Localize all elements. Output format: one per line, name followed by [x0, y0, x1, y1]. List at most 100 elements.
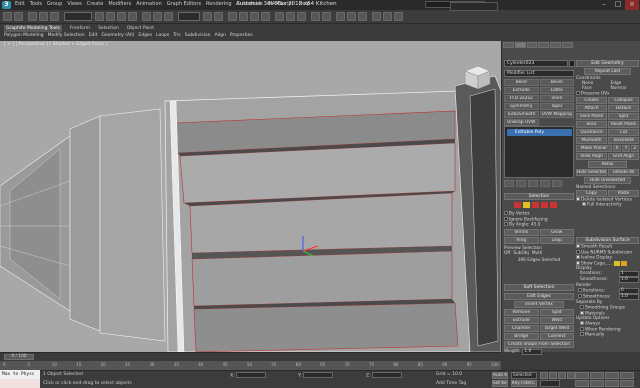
preview-off-radio[interactable]: Off [504, 251, 510, 256]
remove-modifier-icon[interactable] [540, 180, 550, 187]
edit-geometry-title[interactable]: Edit Geometry [576, 60, 639, 67]
utilities-tab-icon[interactable] [562, 42, 573, 48]
x-coordinate-field[interactable] [235, 372, 266, 378]
tab-freeform[interactable]: Freeform [70, 25, 90, 32]
previous-frame-icon[interactable] [549, 372, 557, 379]
panel-edges[interactable]: Edges [138, 32, 152, 40]
zoom-extents-icon[interactable] [605, 372, 619, 379]
modify-tab-icon[interactable] [514, 42, 526, 48]
viewport-label[interactable]: [ + ] [ Perspective ] [ Shaded + Edged F… [4, 42, 108, 47]
planar-y-button[interactable]: Y [622, 144, 630, 152]
reference-coordinate-dropdown[interactable] [178, 12, 200, 21]
uvw-mapping-button[interactable]: UVW Mapping [539, 111, 574, 118]
target-weld-button[interactable]: Target Weld [539, 325, 574, 332]
element-mode-icon[interactable] [550, 202, 557, 208]
pivot-center-icon[interactable] [203, 12, 212, 21]
lathe-button[interactable]: Lathe [539, 87, 574, 94]
update-manually-radio[interactable]: Manually [576, 332, 639, 338]
ring-button[interactable]: Ring [504, 236, 539, 244]
panel-polygon-modeling[interactable]: Polygon Modeling [4, 32, 44, 40]
cage-color-swatch-1[interactable] [614, 260, 621, 266]
y-coordinate-field[interactable] [302, 372, 333, 378]
menu-modifiers[interactable]: Modifiers [107, 1, 132, 9]
menu-group[interactable]: Group [46, 1, 63, 9]
configure-modifier-sets-icon[interactable] [552, 180, 562, 187]
mirror-icon[interactable] [286, 12, 295, 21]
weld-button[interactable]: Weld [539, 317, 574, 324]
ffd-button[interactable]: FFD 2x2x2 [504, 95, 539, 102]
play-icon[interactable] [558, 372, 566, 379]
maxscript-output[interactable] [0, 379, 40, 388]
constraint-normal-radio[interactable]: Normal [611, 86, 640, 91]
percent-snap-icon[interactable] [250, 12, 259, 21]
select-object-icon[interactable] [95, 12, 104, 21]
zoom-extents-all-icon[interactable] [620, 372, 634, 379]
spinner-snap-icon[interactable] [261, 12, 270, 21]
panel-modify-selection[interactable]: Modify Selection [48, 32, 85, 40]
border-mode-icon[interactable] [532, 202, 539, 208]
make-unique-icon[interactable] [528, 180, 538, 187]
perspective-viewport[interactable]: [ + ] [ Perspective ] [ Shaded + Edged F… [0, 41, 501, 352]
make-planar-button[interactable]: Make Planar [576, 144, 612, 152]
tab-selection[interactable]: Selection [98, 25, 119, 32]
minimize-icon[interactable]: – [597, 0, 611, 10]
panel-loops[interactable]: Loops [156, 32, 169, 40]
hide-unselected-button[interactable]: Hide Unselected [584, 176, 631, 184]
by-angle-value[interactable]: 45.0 [531, 223, 541, 228]
tab-graphite-modeling-tools[interactable]: Graphite Modeling Tools [4, 25, 63, 32]
material-editor-icon[interactable] [358, 12, 367, 21]
select-by-name-icon[interactable] [106, 12, 115, 21]
subdivision-surface-title[interactable]: Subdivision Surface [576, 237, 639, 244]
current-frame-field[interactable] [540, 380, 560, 387]
selection-rollout-title[interactable]: Selection [504, 193, 574, 200]
menu-rendering[interactable]: Rendering [205, 1, 233, 9]
detach-button[interactable]: Detach [608, 104, 639, 112]
symmetry-button[interactable]: Symmetry [504, 103, 539, 110]
auto-key-button[interactable]: Auto Key [492, 372, 508, 379]
close-icon[interactable]: × [625, 0, 639, 10]
layer-manager-icon[interactable] [311, 12, 320, 21]
loop-button[interactable]: Loop [539, 236, 574, 244]
menu-animation[interactable]: Animation [135, 1, 163, 9]
split-button[interactable]: Split [539, 309, 574, 316]
panel-subdivision[interactable]: Subdivision [185, 32, 211, 40]
create-button[interactable]: Create [576, 96, 607, 104]
render-setup-icon[interactable] [372, 12, 381, 21]
attach-button[interactable]: Attach [576, 104, 607, 112]
connect-button[interactable]: Connect [539, 333, 574, 340]
turbosmooth-button[interactable]: TurboSmooth [504, 111, 539, 118]
by-angle-row[interactable]: By Angle: 45.0 [504, 222, 574, 228]
collapse-button[interactable]: Collapse [608, 96, 639, 104]
menu-edit[interactable]: Edit [14, 1, 26, 9]
bevel-button[interactable]: Bevel [539, 79, 574, 86]
align-icon[interactable] [297, 12, 306, 21]
undo-icon[interactable] [3, 12, 12, 21]
render-production-icon[interactable] [394, 12, 403, 21]
planar-x-button[interactable]: X [613, 144, 621, 152]
create-shape-button[interactable]: Create Shape From Selection [504, 341, 574, 348]
selection-filter-dropdown[interactable] [64, 12, 92, 21]
maximize-viewport-icon[interactable] [620, 380, 634, 387]
pin-stack-icon[interactable] [504, 180, 514, 187]
tessellate-button[interactable]: Tessellate [608, 136, 639, 144]
modifier-list-dropdown[interactable]: Modifier List [504, 70, 574, 77]
add-time-tag[interactable]: Add Time Tag [436, 381, 466, 386]
split-checkbox[interactable]: Split [608, 112, 639, 120]
panel-geometry-all[interactable]: Geometry (All) [101, 32, 134, 40]
extrude-button[interactable]: Extrude [504, 87, 539, 94]
zoom-icon[interactable] [575, 372, 589, 379]
angle-snap-icon[interactable] [239, 12, 248, 21]
render-smoothness-spinner[interactable]: 1.0 [619, 294, 639, 300]
unhide-all-button[interactable]: Unhide All [608, 168, 639, 176]
window-crossing-icon[interactable] [128, 12, 137, 21]
app-logo-icon[interactable]: 3 [2, 1, 11, 9]
curve-editor-icon[interactable] [336, 12, 345, 21]
bridge-button[interactable]: Bridge [504, 333, 539, 340]
bend-button[interactable]: Bend [504, 79, 539, 86]
object-color-swatch[interactable] [569, 60, 575, 67]
cut-button[interactable]: Cut [608, 128, 639, 136]
msmooth-button[interactable]: MSmooth [576, 136, 607, 144]
stack-item-editable-poly[interactable]: Editable Poly [507, 129, 572, 136]
panel-properties[interactable]: Properties [230, 32, 253, 40]
grow-button[interactable]: Grow [539, 228, 574, 236]
